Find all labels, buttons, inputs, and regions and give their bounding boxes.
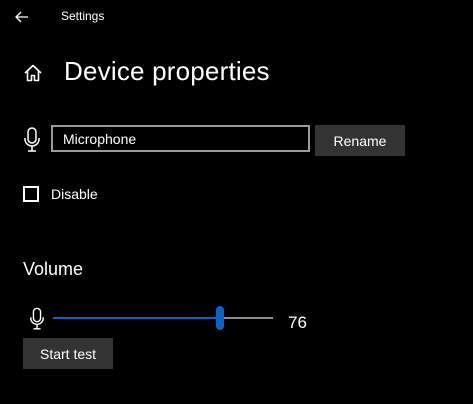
device-name-input[interactable] — [51, 125, 310, 152]
disable-checkbox-row[interactable]: Disable — [23, 186, 98, 202]
volume-mic-icon-wrapper — [29, 307, 47, 331]
home-icon — [24, 64, 42, 82]
volume-slider-fill — [53, 317, 220, 319]
microphone-icon — [30, 307, 44, 330]
volume-slider-thumb[interactable] — [216, 306, 224, 330]
settings-window: Settings Device properties Rename Disabl… — [0, 0, 473, 404]
app-title: Settings — [61, 9, 105, 23]
rename-button[interactable]: Rename — [315, 125, 405, 156]
home-button[interactable] — [22, 62, 44, 84]
device-mic-icon-wrapper — [23, 127, 41, 153]
volume-slider[interactable] — [53, 306, 273, 332]
microphone-icon — [24, 127, 40, 152]
page-title: Device properties — [64, 56, 270, 86]
arrow-left-icon — [15, 11, 28, 23]
disable-checkbox[interactable] — [23, 186, 39, 202]
disable-label: Disable — [51, 186, 98, 202]
title-bar: Settings — [0, 0, 473, 34]
start-test-button[interactable]: Start test — [23, 338, 113, 369]
volume-section-title: Volume — [23, 259, 84, 279]
volume-value: 76 — [288, 313, 307, 332]
back-button[interactable] — [10, 6, 34, 28]
